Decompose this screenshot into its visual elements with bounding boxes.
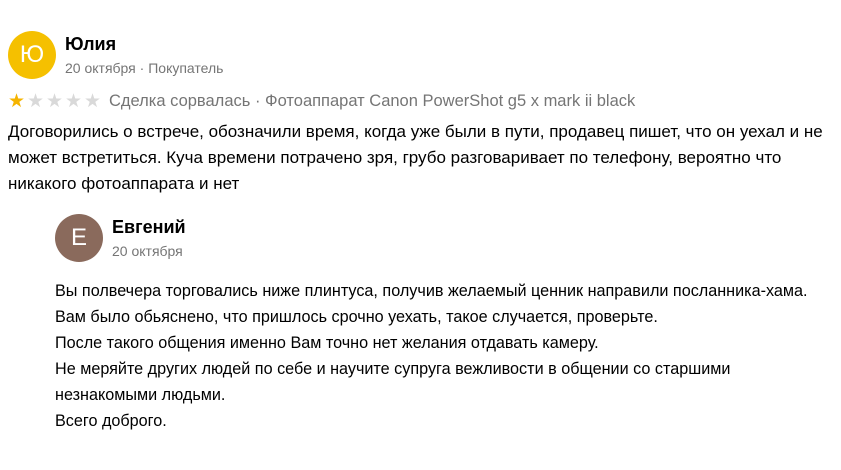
review-text: Договорились о встрече, обозначили время… xyxy=(8,122,823,193)
author-name[interactable]: Юлия xyxy=(65,33,223,55)
rating-line: ★ ★ ★ ★ ★ Сделка сорвалась · Фотоаппарат Can… xyxy=(8,90,635,112)
reply-author-name[interactable]: Евгений xyxy=(112,216,186,238)
reply-header: Е Евгений 20 октября xyxy=(55,214,835,262)
star-empty-icon: ★ xyxy=(27,90,45,112)
reply-line: Вы полвечера торговались ниже плинтуса, … xyxy=(55,282,808,300)
reply-line: После такого общения именно Вам точно не… xyxy=(55,334,599,352)
star-filled-icon: ★ xyxy=(8,90,26,112)
reply-line: Всего доброго. xyxy=(55,412,167,430)
deal-info: Сделка сорвалась · Фотоаппарат Canon Pow… xyxy=(109,92,635,111)
reply-line: Не меряйте других людей по себе и научит… xyxy=(55,360,731,404)
star-empty-icon: ★ xyxy=(46,90,64,112)
review-date: 20 октября xyxy=(65,59,136,76)
author-meta: Юлия 20 октября · Покупатель xyxy=(65,33,223,78)
avatar[interactable]: Е xyxy=(55,214,103,262)
author-subline: 20 октября · Покупатель xyxy=(65,58,223,78)
author-role: Покупатель xyxy=(148,59,224,76)
review-card: Ю Юлия 20 октября · Покупатель ★ ★ ★ ★ ★ Сде… xyxy=(0,0,841,470)
separator: · xyxy=(254,91,266,110)
star-empty-icon: ★ xyxy=(84,90,102,112)
avatar-initial: Ю xyxy=(19,41,45,68)
avatar-initial: Е xyxy=(70,224,87,251)
rating-stars: ★ ★ ★ ★ ★ xyxy=(8,92,103,111)
reply-date: 20 октября xyxy=(112,242,183,259)
review-header: Ю Юлия 20 октября · Покупатель xyxy=(8,31,223,79)
seller-reply: Е Евгений 20 октября Вы полвечера торгов… xyxy=(55,214,835,434)
star-empty-icon: ★ xyxy=(65,90,83,112)
reply-text: Вы полвечера торговались ниже плинтуса, … xyxy=(55,278,835,434)
reply-author-meta: Евгений 20 октября xyxy=(112,216,186,261)
separator: · xyxy=(139,59,149,76)
avatar[interactable]: Ю xyxy=(8,31,56,79)
reply-line: Вам было обьяснено, что пришлось срочно … xyxy=(55,308,658,326)
deal-status: Сделка сорвалась xyxy=(109,91,251,110)
product-link[interactable]: Фотоаппарат Canon PowerShot g5 x mark ii… xyxy=(265,92,635,110)
